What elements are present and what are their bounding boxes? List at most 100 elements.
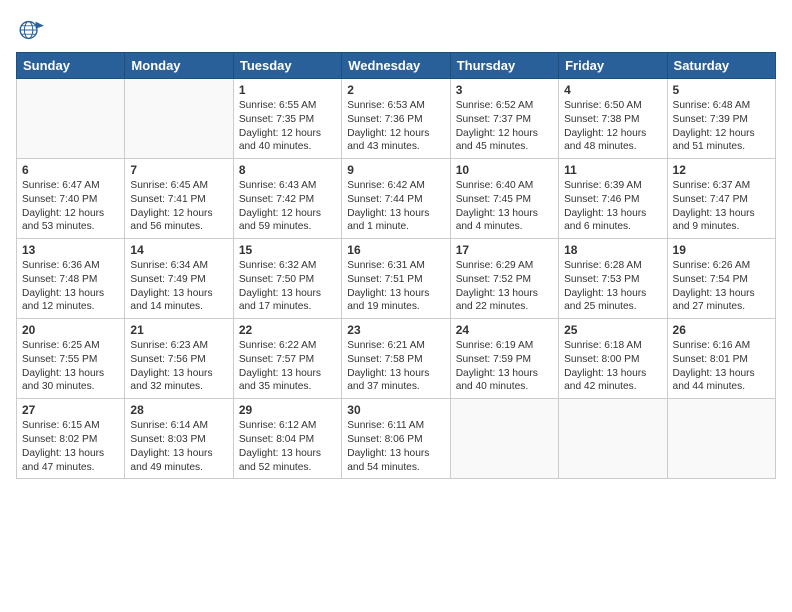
day-number: 13: [22, 243, 119, 257]
day-number: 15: [239, 243, 336, 257]
day-info: Sunrise: 6:32 AM Sunset: 7:50 PM Dayligh…: [239, 259, 336, 314]
day-info: Sunrise: 6:48 AM Sunset: 7:39 PM Dayligh…: [673, 99, 770, 154]
calendar-week-row: 13 Sunrise: 6:36 AM Sunset: 7:48 PM Dayli…: [17, 239, 776, 319]
calendar-empty-cell: [559, 399, 667, 479]
calendar-day-10: 10Sunrise: 6:40 AM Sunset: 7:45 PM Dayli…: [450, 159, 558, 239]
day-header-saturday: Saturday: [667, 53, 775, 79]
day-info: Sunrise: 6:40 AM Sunset: 7:45 PM Dayligh…: [456, 179, 553, 234]
calendar-day-13: 13 Sunrise: 6:36 AM Sunset: 7:48 PM Dayli…: [17, 239, 125, 319]
day-info: Sunrise: 6:19 AM Sunset: 7:59 PM Dayligh…: [456, 339, 553, 394]
day-info: Sunrise: 6:43 AM Sunset: 7:42 PM Dayligh…: [239, 179, 336, 234]
day-info: Sunrise: 6:47 AM Sunset: 7:40 PM Dayligh…: [22, 179, 119, 234]
day-number: 8: [239, 163, 336, 177]
day-number: 5: [673, 83, 770, 97]
calendar-day-4: 4 Sunrise: 6:50 AM Sunset: 7:38 PM Daylig…: [559, 79, 667, 159]
day-number: 9: [347, 163, 444, 177]
calendar-day-30: 30 Sunrise: 6:11 AM Sunset: 8:06 PM Dayli…: [342, 399, 450, 479]
calendar-day-23: 23 Sunrise: 6:21 AM Sunset: 7:58 PM Dayli…: [342, 319, 450, 399]
day-info: Sunrise: 6:28 AM Sunset: 7:53 PM Dayligh…: [564, 259, 661, 314]
day-header-wednesday: Wednesday: [342, 53, 450, 79]
day-info: Sunrise: 6:34 AM Sunset: 7:49 PM Dayligh…: [130, 259, 227, 314]
day-header-thursday: Thursday: [450, 53, 558, 79]
day-info: Sunrise: 6:53 AM Sunset: 7:36 PM Dayligh…: [347, 99, 444, 154]
calendar-week-row: 1 Sunrise: 6:55 AM Sunset: 7:35 PM Daylig…: [17, 79, 776, 159]
calendar-day-14: 14 Sunrise: 6:34 AM Sunset: 7:49 PM Dayli…: [125, 239, 233, 319]
day-info: Sunrise: 6:22 AM Sunset: 7:57 PM Dayligh…: [239, 339, 336, 394]
calendar-day-3: 3Sunrise: 6:52 AM Sunset: 7:37 PM Daylig…: [450, 79, 558, 159]
day-number: 25: [564, 323, 661, 337]
calendar-day-27: 27 Sunrise: 6:15 AM Sunset: 8:02 PM Dayli…: [17, 399, 125, 479]
calendar-day-5: 5 Sunrise: 6:48 AM Sunset: 7:39 PM Daylig…: [667, 79, 775, 159]
calendar-empty-cell: [17, 79, 125, 159]
day-info: Sunrise: 6:36 AM Sunset: 7:48 PM Dayligh…: [22, 259, 119, 314]
day-number: 4: [564, 83, 661, 97]
day-number: 24: [456, 323, 553, 337]
calendar-day-9: 9 Sunrise: 6:42 AM Sunset: 7:44 PM Daylig…: [342, 159, 450, 239]
day-number: 6: [22, 163, 119, 177]
calendar-day-26: 26 Sunrise: 6:16 AM Sunset: 8:01 PM Dayli…: [667, 319, 775, 399]
day-number: 14: [130, 243, 227, 257]
day-header-sunday: Sunday: [17, 53, 125, 79]
day-info: Sunrise: 6:18 AM Sunset: 8:00 PM Dayligh…: [564, 339, 661, 394]
day-info: Sunrise: 6:25 AM Sunset: 7:55 PM Dayligh…: [22, 339, 119, 394]
day-number: 7: [130, 163, 227, 177]
day-header-friday: Friday: [559, 53, 667, 79]
day-info: Sunrise: 6:21 AM Sunset: 7:58 PM Dayligh…: [347, 339, 444, 394]
header: [16, 16, 776, 44]
day-info: Sunrise: 6:31 AM Sunset: 7:51 PM Dayligh…: [347, 259, 444, 314]
calendar-day-24: 24 Sunrise: 6:19 AM Sunset: 7:59 PM Dayli…: [450, 319, 558, 399]
calendar-day-16: 16 Sunrise: 6:31 AM Sunset: 7:51 PM Dayli…: [342, 239, 450, 319]
day-number: 17: [456, 243, 553, 257]
day-info: Sunrise: 6:12 AM Sunset: 8:04 PM Dayligh…: [239, 419, 336, 474]
day-number: 12: [673, 163, 770, 177]
calendar-day-19: 19 Sunrise: 6:26 AM Sunset: 7:54 PM Dayli…: [667, 239, 775, 319]
day-info: Sunrise: 6:16 AM Sunset: 8:01 PM Dayligh…: [673, 339, 770, 394]
day-info: Sunrise: 6:23 AM Sunset: 7:56 PM Dayligh…: [130, 339, 227, 394]
calendar-week-row: 27 Sunrise: 6:15 AM Sunset: 8:02 PM Dayli…: [17, 399, 776, 479]
logo-icon: [16, 16, 44, 44]
day-info: Sunrise: 6:45 AM Sunset: 7:41 PM Dayligh…: [130, 179, 227, 234]
day-number: 21: [130, 323, 227, 337]
day-number: 18: [564, 243, 661, 257]
day-number: 16: [347, 243, 444, 257]
calendar-day-7: 7 Sunrise: 6:45 AM Sunset: 7:41 PM Daylig…: [125, 159, 233, 239]
calendar-header-row: SundayMondayTuesdayWednesdayThursdayFrid…: [17, 53, 776, 79]
day-info: Sunrise: 6:37 AM Sunset: 7:47 PM Dayligh…: [673, 179, 770, 234]
day-number: 22: [239, 323, 336, 337]
day-header-tuesday: Tuesday: [233, 53, 341, 79]
day-info: Sunrise: 6:50 AM Sunset: 7:38 PM Dayligh…: [564, 99, 661, 154]
day-number: 28: [130, 403, 227, 417]
calendar-day-2: 2 Sunrise: 6:53 AM Sunset: 7:36 PM Daylig…: [342, 79, 450, 159]
calendar-day-6: 6 Sunrise: 6:47 AM Sunset: 7:40 PM Daylig…: [17, 159, 125, 239]
calendar-empty-cell: [450, 399, 558, 479]
logo: [16, 16, 48, 44]
calendar-day-1: 1 Sunrise: 6:55 AM Sunset: 7:35 PM Daylig…: [233, 79, 341, 159]
day-info: Sunrise: 6:11 AM Sunset: 8:06 PM Dayligh…: [347, 419, 444, 474]
day-info: Sunrise: 6:55 AM Sunset: 7:35 PM Dayligh…: [239, 99, 336, 154]
day-number: 2: [347, 83, 444, 97]
calendar-day-17: 17 Sunrise: 6:29 AM Sunset: 7:52 PM Dayli…: [450, 239, 558, 319]
day-number: 23: [347, 323, 444, 337]
day-info: Sunrise: 6:39 AM Sunset: 7:46 PM Dayligh…: [564, 179, 661, 234]
calendar-day-12: 12 Sunrise: 6:37 AM Sunset: 7:47 PM Dayli…: [667, 159, 775, 239]
day-info: Sunrise: 6:42 AM Sunset: 7:44 PM Dayligh…: [347, 179, 444, 234]
calendar-day-29: 29Sunrise: 6:12 AM Sunset: 8:04 PM Dayli…: [233, 399, 341, 479]
day-number: 27: [22, 403, 119, 417]
calendar-empty-cell: [125, 79, 233, 159]
calendar-day-20: 20 Sunrise: 6:25 AM Sunset: 7:55 PM Dayli…: [17, 319, 125, 399]
day-info: Sunrise: 6:26 AM Sunset: 7:54 PM Dayligh…: [673, 259, 770, 314]
day-header-monday: Monday: [125, 53, 233, 79]
day-number: 3: [456, 83, 553, 97]
day-info: Sunrise: 6:29 AM Sunset: 7:52 PM Dayligh…: [456, 259, 553, 314]
day-number: 26: [673, 323, 770, 337]
day-info: Sunrise: 6:15 AM Sunset: 8:02 PM Dayligh…: [22, 419, 119, 474]
day-number: 30: [347, 403, 444, 417]
calendar-week-row: 20 Sunrise: 6:25 AM Sunset: 7:55 PM Dayli…: [17, 319, 776, 399]
day-number: 19: [673, 243, 770, 257]
day-number: 20: [22, 323, 119, 337]
calendar-day-22: 22 Sunrise: 6:22 AM Sunset: 7:57 PM Dayli…: [233, 319, 341, 399]
day-number: 1: [239, 83, 336, 97]
calendar-day-21: 21 Sunrise: 6:23 AM Sunset: 7:56 PM Dayli…: [125, 319, 233, 399]
calendar-day-25: 25 Sunrise: 6:18 AM Sunset: 8:00 PM Dayli…: [559, 319, 667, 399]
calendar-day-15: 15 Sunrise: 6:32 AM Sunset: 7:50 PM Dayli…: [233, 239, 341, 319]
